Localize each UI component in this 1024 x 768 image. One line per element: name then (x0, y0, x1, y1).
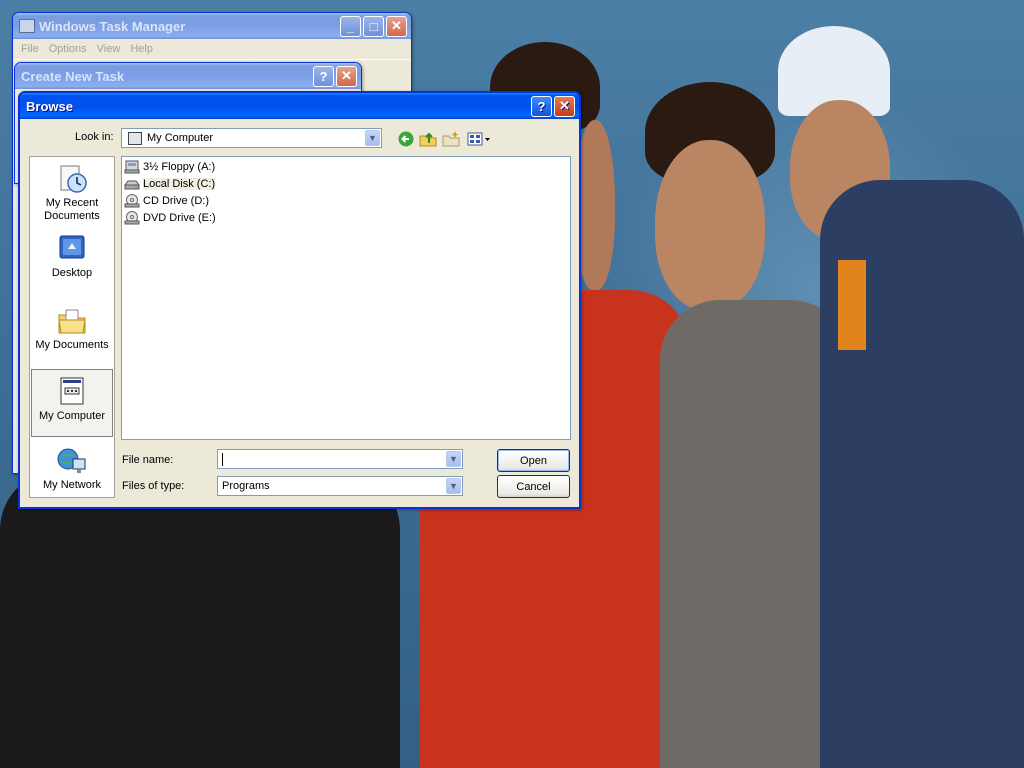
my-computer-icon (56, 376, 88, 408)
file-type-dropdown[interactable]: Programs ▼ (217, 476, 463, 496)
menu-view[interactable]: View (92, 43, 126, 55)
help-button[interactable]: ? (531, 95, 552, 117)
file-type-value: Programs (222, 480, 270, 492)
place-my-documents[interactable]: My Documents (31, 301, 113, 365)
back-arrow-icon[interactable] (396, 129, 416, 149)
file-name-value (222, 452, 224, 466)
new-folder-icon[interactable] (441, 129, 461, 149)
place-my-computer[interactable]: My Computer (31, 369, 113, 437)
browse-titlebar[interactable]: Browse ? ✕ (20, 93, 579, 119)
wallpaper-person-left (0, 470, 400, 768)
floppy-drive-icon (124, 160, 140, 174)
chevron-down-icon[interactable]: ▼ (446, 451, 461, 467)
wallpaper-orange-shirt (838, 260, 866, 350)
maximize-button[interactable]: □ (363, 15, 384, 37)
close-button[interactable]: ✕ (386, 15, 407, 37)
dvd-drive-icon (124, 211, 140, 225)
file-name-field[interactable]: ▼ (217, 449, 463, 469)
place-desktop[interactable]: Desktop (31, 229, 113, 293)
list-item[interactable]: CD Drive (D:) (124, 193, 209, 209)
chevron-down-icon[interactable]: ▼ (365, 130, 380, 146)
minimize-button[interactable]: _ (340, 15, 361, 37)
list-item[interactable]: 3½ Floppy (A:) (124, 159, 215, 175)
wallpaper-face-3 (655, 140, 765, 310)
close-button[interactable]: ✕ (554, 95, 575, 117)
create-new-task-title: Create New Task (21, 68, 125, 84)
file-list[interactable]: 3½ Floppy (A:) Local Disk (C:) CD Drive … (121, 156, 571, 440)
look-in-dropdown[interactable]: My Computer ▼ (121, 128, 382, 148)
place-my-recent-documents[interactable]: My Recent Documents (31, 159, 113, 223)
cd-drive-icon (124, 194, 140, 208)
file-type-label: Files of type: (122, 480, 185, 492)
browse-body: Look in: My Computer ▼ My Recent Documen… (20, 119, 579, 507)
chevron-down-icon[interactable]: ▼ (446, 478, 461, 494)
recent-documents-icon (56, 163, 88, 195)
menu-file[interactable]: File (16, 43, 44, 55)
places-bar: My Recent Documents Desktop My Documents… (29, 156, 115, 498)
open-button[interactable]: Open (497, 449, 570, 472)
my-computer-icon (128, 131, 142, 145)
cancel-button[interactable]: Cancel (497, 475, 570, 498)
task-manager-title: Windows Task Manager (39, 18, 186, 34)
hard-disk-icon (124, 177, 140, 191)
views-menu-icon[interactable] (466, 129, 492, 149)
help-button[interactable]: ? (313, 65, 334, 87)
menu-options[interactable]: Options (44, 43, 92, 55)
task-manager-titlebar[interactable]: Windows Task Manager _ □ ✕ (13, 13, 411, 39)
place-my-network[interactable]: My Network (31, 441, 113, 505)
desktop-icon (56, 233, 88, 265)
up-folder-icon[interactable] (418, 129, 438, 149)
task-manager-app-icon (19, 19, 35, 33)
my-network-icon (56, 445, 88, 477)
menu-help[interactable]: Help (125, 43, 158, 55)
place-label: Desktop (51, 267, 93, 279)
look-in-value: My Computer (147, 132, 214, 144)
my-documents-icon (56, 305, 88, 337)
file-name-label: File name: (122, 454, 174, 466)
create-new-task-titlebar[interactable]: Create New Task ? ✕ (15, 63, 361, 89)
browse-dialog: Browse ? ✕ Look in: My Computer ▼ My Rec… (18, 91, 581, 509)
list-item[interactable]: DVD Drive (E:) (124, 210, 216, 226)
place-label: My Documents (35, 339, 109, 351)
look-in-label: Look in: (75, 131, 114, 143)
task-manager-menubar: File Options View Help (13, 39, 411, 60)
list-item[interactable]: Local Disk (C:) (124, 176, 216, 192)
place-label: My Computer (38, 410, 106, 422)
browse-title: Browse (26, 98, 73, 114)
wallpaper-face-2 (575, 120, 615, 290)
close-button[interactable]: ✕ (336, 65, 357, 87)
place-label: My Network (42, 479, 102, 491)
place-label: My Recent Documents (44, 197, 100, 222)
